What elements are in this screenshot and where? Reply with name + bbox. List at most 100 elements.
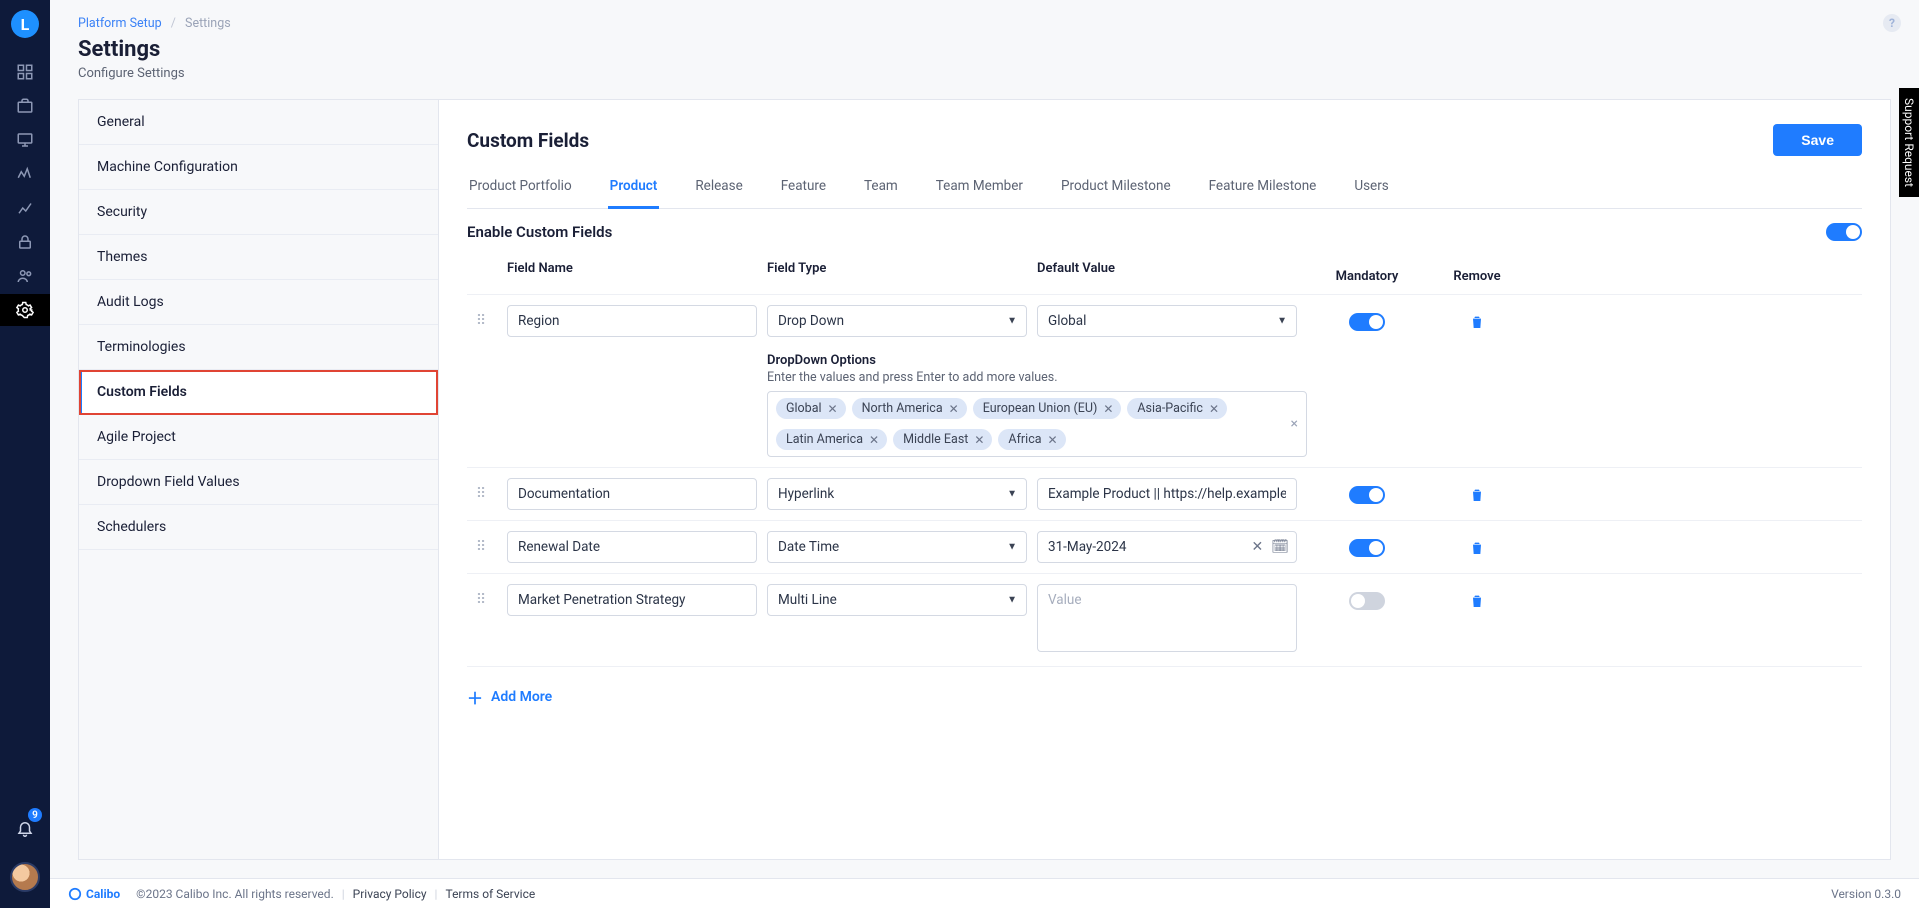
dropdown-option-tag: Global✕ (776, 398, 846, 419)
remove-tag-icon[interactable]: ✕ (1048, 433, 1058, 447)
calendar-icon[interactable]: 🗓 (1271, 539, 1289, 555)
sidebar-item-terminologies[interactable]: Terminologies (79, 325, 438, 370)
page-subtitle: Configure Settings (78, 66, 1891, 81)
col-mandatory: Mandatory (1307, 261, 1427, 284)
clear-all-tags-icon[interactable]: × (1291, 416, 1298, 432)
sidebar-item-dropdown-field-values[interactable]: Dropdown Field Values (79, 460, 438, 505)
col-remove: Remove (1437, 261, 1517, 284)
default-value-input[interactable] (1037, 478, 1297, 510)
mandatory-toggle[interactable] (1349, 592, 1385, 610)
mandatory-toggle[interactable] (1349, 539, 1385, 557)
footer-terms-link[interactable]: Terms of Service (445, 887, 535, 901)
field-name-input[interactable] (507, 305, 757, 337)
dropdown-options-hint: Enter the values and press Enter to add … (767, 370, 1862, 385)
sidebar-item-general[interactable]: General (79, 100, 438, 145)
tab-team[interactable]: Team (862, 168, 900, 209)
footer-brand: Calibo (68, 887, 120, 901)
dropdown-option-tag: European Union (EU)✕ (973, 398, 1122, 419)
remove-row-button[interactable] (1469, 313, 1485, 335)
field-name-input[interactable] (507, 531, 757, 563)
remove-tag-icon[interactable]: ✕ (828, 402, 838, 416)
add-more-button[interactable]: ＋ Add More (467, 685, 1862, 709)
remove-tag-icon[interactable]: ✕ (1209, 402, 1219, 416)
footer: Calibo ©2023 Calibo Inc. All rights rese… (50, 878, 1919, 908)
remove-row-button[interactable] (1469, 539, 1485, 561)
sidebar-item-machine-configuration[interactable]: Machine Configuration (79, 145, 438, 190)
breadcrumb-root[interactable]: Platform Setup (78, 16, 162, 31)
remove-tag-icon[interactable]: ✕ (974, 433, 984, 447)
tab-product-portfolio[interactable]: Product Portfolio (467, 168, 574, 209)
default-value-textarea[interactable] (1037, 584, 1297, 652)
page-title: Settings (78, 37, 1891, 62)
dropdown-option-tag: Asia-Pacific✕ (1127, 398, 1227, 419)
dropdown-option-tag: Latin America✕ (776, 429, 887, 450)
rail-icon-activity[interactable] (0, 158, 50, 190)
rail-icon-briefcase[interactable] (0, 90, 50, 122)
breadcrumb-leaf: Settings (185, 16, 231, 31)
sidebar-item-custom-fields[interactable]: Custom Fields (79, 370, 438, 415)
settings-sidebar: GeneralMachine ConfigurationSecurityThem… (78, 99, 438, 860)
col-field-type: Field Type (767, 261, 1027, 276)
remove-tag-icon[interactable]: ✕ (1103, 402, 1113, 416)
drag-handle-icon[interactable]: ⠿ (467, 305, 497, 329)
tab-release[interactable]: Release (693, 168, 744, 209)
breadcrumb: Platform Setup / Settings (78, 16, 1891, 31)
panel-title: Custom Fields (467, 129, 589, 152)
col-default-value: Default Value (1037, 261, 1297, 276)
tab-product-milestone[interactable]: Product Milestone (1059, 168, 1173, 209)
remove-row-button[interactable] (1469, 486, 1485, 508)
rail-icon-notifications[interactable]: 9 (0, 812, 50, 844)
tab-product[interactable]: Product (608, 168, 660, 209)
drag-handle-icon[interactable]: ⠿ (467, 531, 497, 555)
remove-tag-icon[interactable]: ✕ (949, 402, 959, 416)
main-panel: Custom Fields Save Product Portfolio Prod… (438, 99, 1891, 860)
mandatory-toggle[interactable] (1349, 313, 1385, 331)
help-icon[interactable]: ? (1883, 14, 1901, 32)
sidebar-item-agile-project[interactable]: Agile Project (79, 415, 438, 460)
tab-feature[interactable]: Feature (779, 168, 828, 209)
rail-icon-users[interactable] (0, 260, 50, 292)
rail-icon-monitor[interactable] (0, 124, 50, 156)
field-type-select[interactable]: Hyperlink (767, 478, 1027, 510)
drag-handle-icon[interactable]: ⠿ (467, 584, 497, 608)
field-type-select[interactable]: Drop Down (767, 305, 1027, 337)
dropdown-options-input[interactable]: Global✕ North America✕ European Union (EU)… (767, 391, 1307, 457)
support-request-tab[interactable]: Support Request (1899, 88, 1919, 197)
notification-badge: 9 (28, 808, 42, 822)
remove-row-button[interactable] (1469, 592, 1485, 614)
field-name-input[interactable] (507, 584, 757, 616)
remove-tag-icon[interactable]: ✕ (869, 433, 879, 447)
sidebar-item-audit-logs[interactable]: Audit Logs (79, 280, 438, 325)
mandatory-toggle[interactable] (1349, 486, 1385, 504)
tab-team-member[interactable]: Team Member (934, 168, 1025, 209)
dropdown-option-tag: Africa✕ (998, 429, 1065, 450)
rail-icon-chart[interactable] (0, 192, 50, 224)
footer-privacy-link[interactable]: Privacy Policy (353, 887, 427, 901)
tab-users[interactable]: Users (1352, 168, 1390, 209)
clear-date-icon[interactable]: ✕ (1251, 539, 1263, 555)
tab-feature-milestone[interactable]: Feature Milestone (1207, 168, 1319, 209)
dropdown-option-tag: North America✕ (852, 398, 967, 419)
rail-icon-settings[interactable] (0, 294, 50, 326)
rail-icon-lock[interactable] (0, 226, 50, 258)
footer-copyright: ©2023 Calibo Inc. All rights reserved. (136, 887, 334, 901)
enable-custom-fields-toggle[interactable] (1826, 223, 1862, 241)
app-logo[interactable]: L (11, 10, 39, 38)
field-type-select[interactable]: Multi Line (767, 584, 1027, 616)
default-value-select[interactable]: Global (1037, 305, 1297, 337)
sidebar-item-security[interactable]: Security (79, 190, 438, 235)
rail-icon-dashboard[interactable] (0, 56, 50, 88)
left-nav-rail: L 9 (0, 0, 50, 908)
sidebar-item-themes[interactable]: Themes (79, 235, 438, 280)
field-type-select[interactable]: Date Time (767, 531, 1027, 563)
user-avatar[interactable] (10, 862, 40, 892)
sidebar-item-schedulers[interactable]: Schedulers (79, 505, 438, 550)
plus-icon: ＋ (467, 685, 483, 709)
dropdown-options-label: DropDown Options (767, 353, 1862, 368)
drag-handle-icon[interactable]: ⠿ (467, 478, 497, 502)
dropdown-option-tag: Middle East✕ (893, 429, 992, 450)
footer-version: Version 0.3.0 (1831, 887, 1901, 901)
enable-custom-fields-label: Enable Custom Fields (467, 223, 612, 241)
save-button[interactable]: Save (1773, 124, 1862, 156)
field-name-input[interactable] (507, 478, 757, 510)
